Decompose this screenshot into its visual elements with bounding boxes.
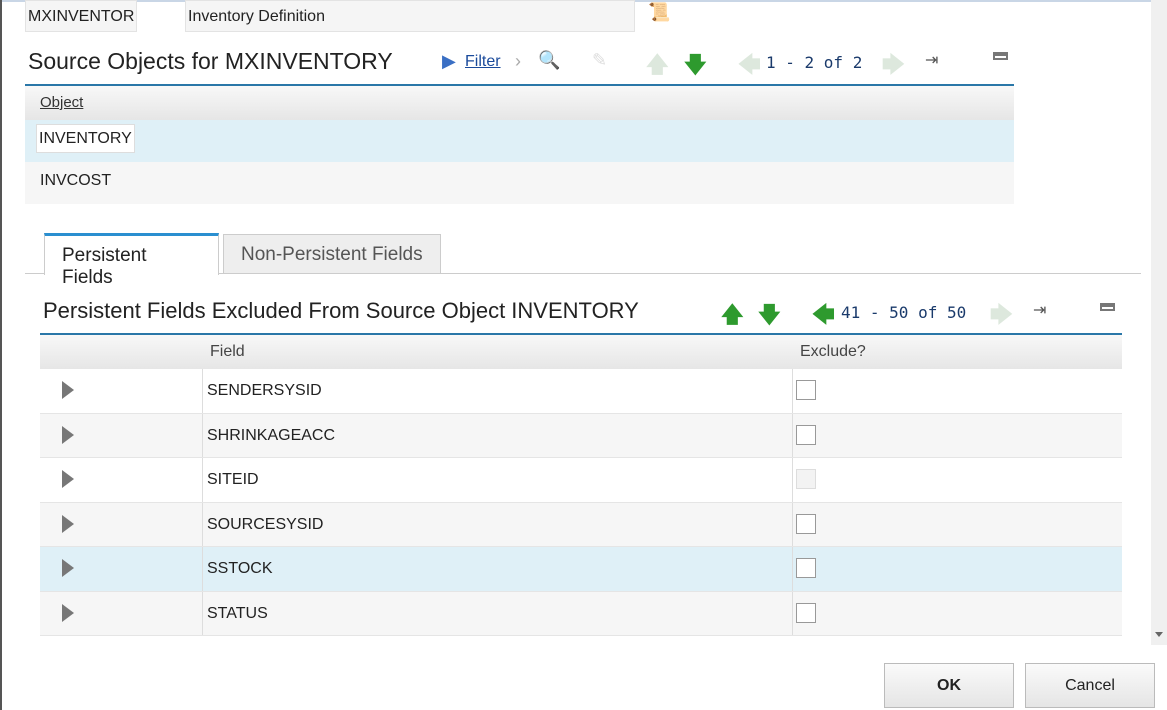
exclude-checkbox[interactable] [796, 602, 816, 623]
field-name: SHRINKAGEACC [203, 413, 793, 457]
chevron-right-icon: › [515, 51, 521, 71]
object-column-header[interactable]: Object [25, 86, 1014, 120]
field-column-header[interactable]: Field [203, 335, 793, 369]
previous-row-icon[interactable]: 🡅 [721, 298, 744, 336]
field-name: SENDERSYSID [203, 369, 793, 413]
table-row[interactable]: INVENTORY [25, 120, 1014, 162]
previous-row-icon: 🡅 [646, 52, 669, 77]
field-name: STATUS [203, 591, 793, 635]
tab-non-persistent-fields[interactable]: Non-Persistent Fields [223, 234, 441, 274]
exclude-checkbox [796, 469, 816, 489]
table-row[interactable]: SHRINKAGEACC [40, 413, 1122, 458]
expand-row-icon[interactable] [62, 514, 74, 533]
next-row-icon[interactable]: 🡇 [758, 298, 781, 336]
ok-button[interactable]: OK [884, 663, 1014, 708]
exclude-checkbox[interactable] [796, 558, 816, 578]
tab-persistent-fields[interactable]: Persistent Fields [44, 233, 219, 288]
search-icon: 🔍 [538, 50, 561, 70]
minimize-icon[interactable] [1100, 303, 1115, 311]
table-row[interactable]: SENDERSYSID [40, 369, 1122, 414]
previous-page-icon: 🡄 [738, 52, 761, 77]
minimize-icon[interactable] [993, 52, 1008, 60]
expand-row-icon[interactable] [62, 425, 74, 444]
fields-title: Persistent Fields Excluded From Source O… [43, 298, 639, 323]
cancel-button[interactable]: Cancel [1025, 663, 1155, 708]
scrollbar[interactable] [1151, 0, 1167, 645]
scroll-down-icon[interactable] [1155, 632, 1163, 637]
exclude-checkbox[interactable] [796, 380, 816, 400]
clear-filter-icon: ✎ [592, 50, 608, 70]
field-name: SSTOCK [203, 547, 793, 591]
table-row[interactable]: STATUS [40, 591, 1122, 636]
description-field[interactable]: Inventory Definition [185, 0, 635, 32]
download-icon[interactable]: ⇥ [925, 50, 938, 70]
exclude-checkbox[interactable] [796, 424, 816, 445]
fields-table: Field Exclude? SENDERSYSID SHRINKAGEACC SIT… [40, 333, 1122, 636]
tab-bar: Persistent Fields Non-Persistent Fields [25, 232, 1141, 288]
previous-page-icon[interactable]: 🡄 [812, 298, 835, 336]
object-name-field[interactable]: MXINVENTOR [25, 0, 137, 32]
table-row[interactable]: SOURCESYSID [40, 502, 1122, 547]
next-page-icon: 🡆 [882, 52, 905, 77]
source-objects-title: Source Objects for MXINVENTORY [28, 48, 393, 74]
left-border [0, 0, 2, 710]
fields-pager: 41 - 50 of 50 [841, 303, 967, 322]
exclude-checkbox[interactable] [796, 513, 816, 534]
expand-row-icon[interactable] [62, 381, 74, 399]
expand-row-icon[interactable] [62, 470, 74, 488]
expand-row-icon[interactable] [62, 603, 74, 622]
field-name: SITEID [203, 458, 793, 502]
next-row-icon[interactable]: 🡇 [684, 48, 707, 86]
source-pager: 1 - 2 of 2 [766, 53, 863, 72]
download-icon[interactable]: ⇥ [1033, 300, 1046, 320]
filter-expand-icon[interactable]: ▶ [442, 51, 456, 72]
filter-link[interactable]: Filter [465, 53, 501, 71]
table-row[interactable]: SSTOCK [40, 547, 1122, 592]
field-name: SOURCESYSID [203, 502, 793, 546]
source-objects-table: Object INVENTORY INVCOST [25, 84, 1014, 204]
next-page-icon: 🡆 [990, 302, 1013, 327]
exclude-column-header[interactable]: Exclude? [793, 335, 873, 369]
expand-row-icon[interactable] [62, 559, 74, 577]
table-row[interactable]: SITEID [40, 458, 1122, 503]
table-row[interactable]: INVCOST [25, 162, 1014, 204]
long-description-icon[interactable]: 📜 [648, 2, 670, 23]
